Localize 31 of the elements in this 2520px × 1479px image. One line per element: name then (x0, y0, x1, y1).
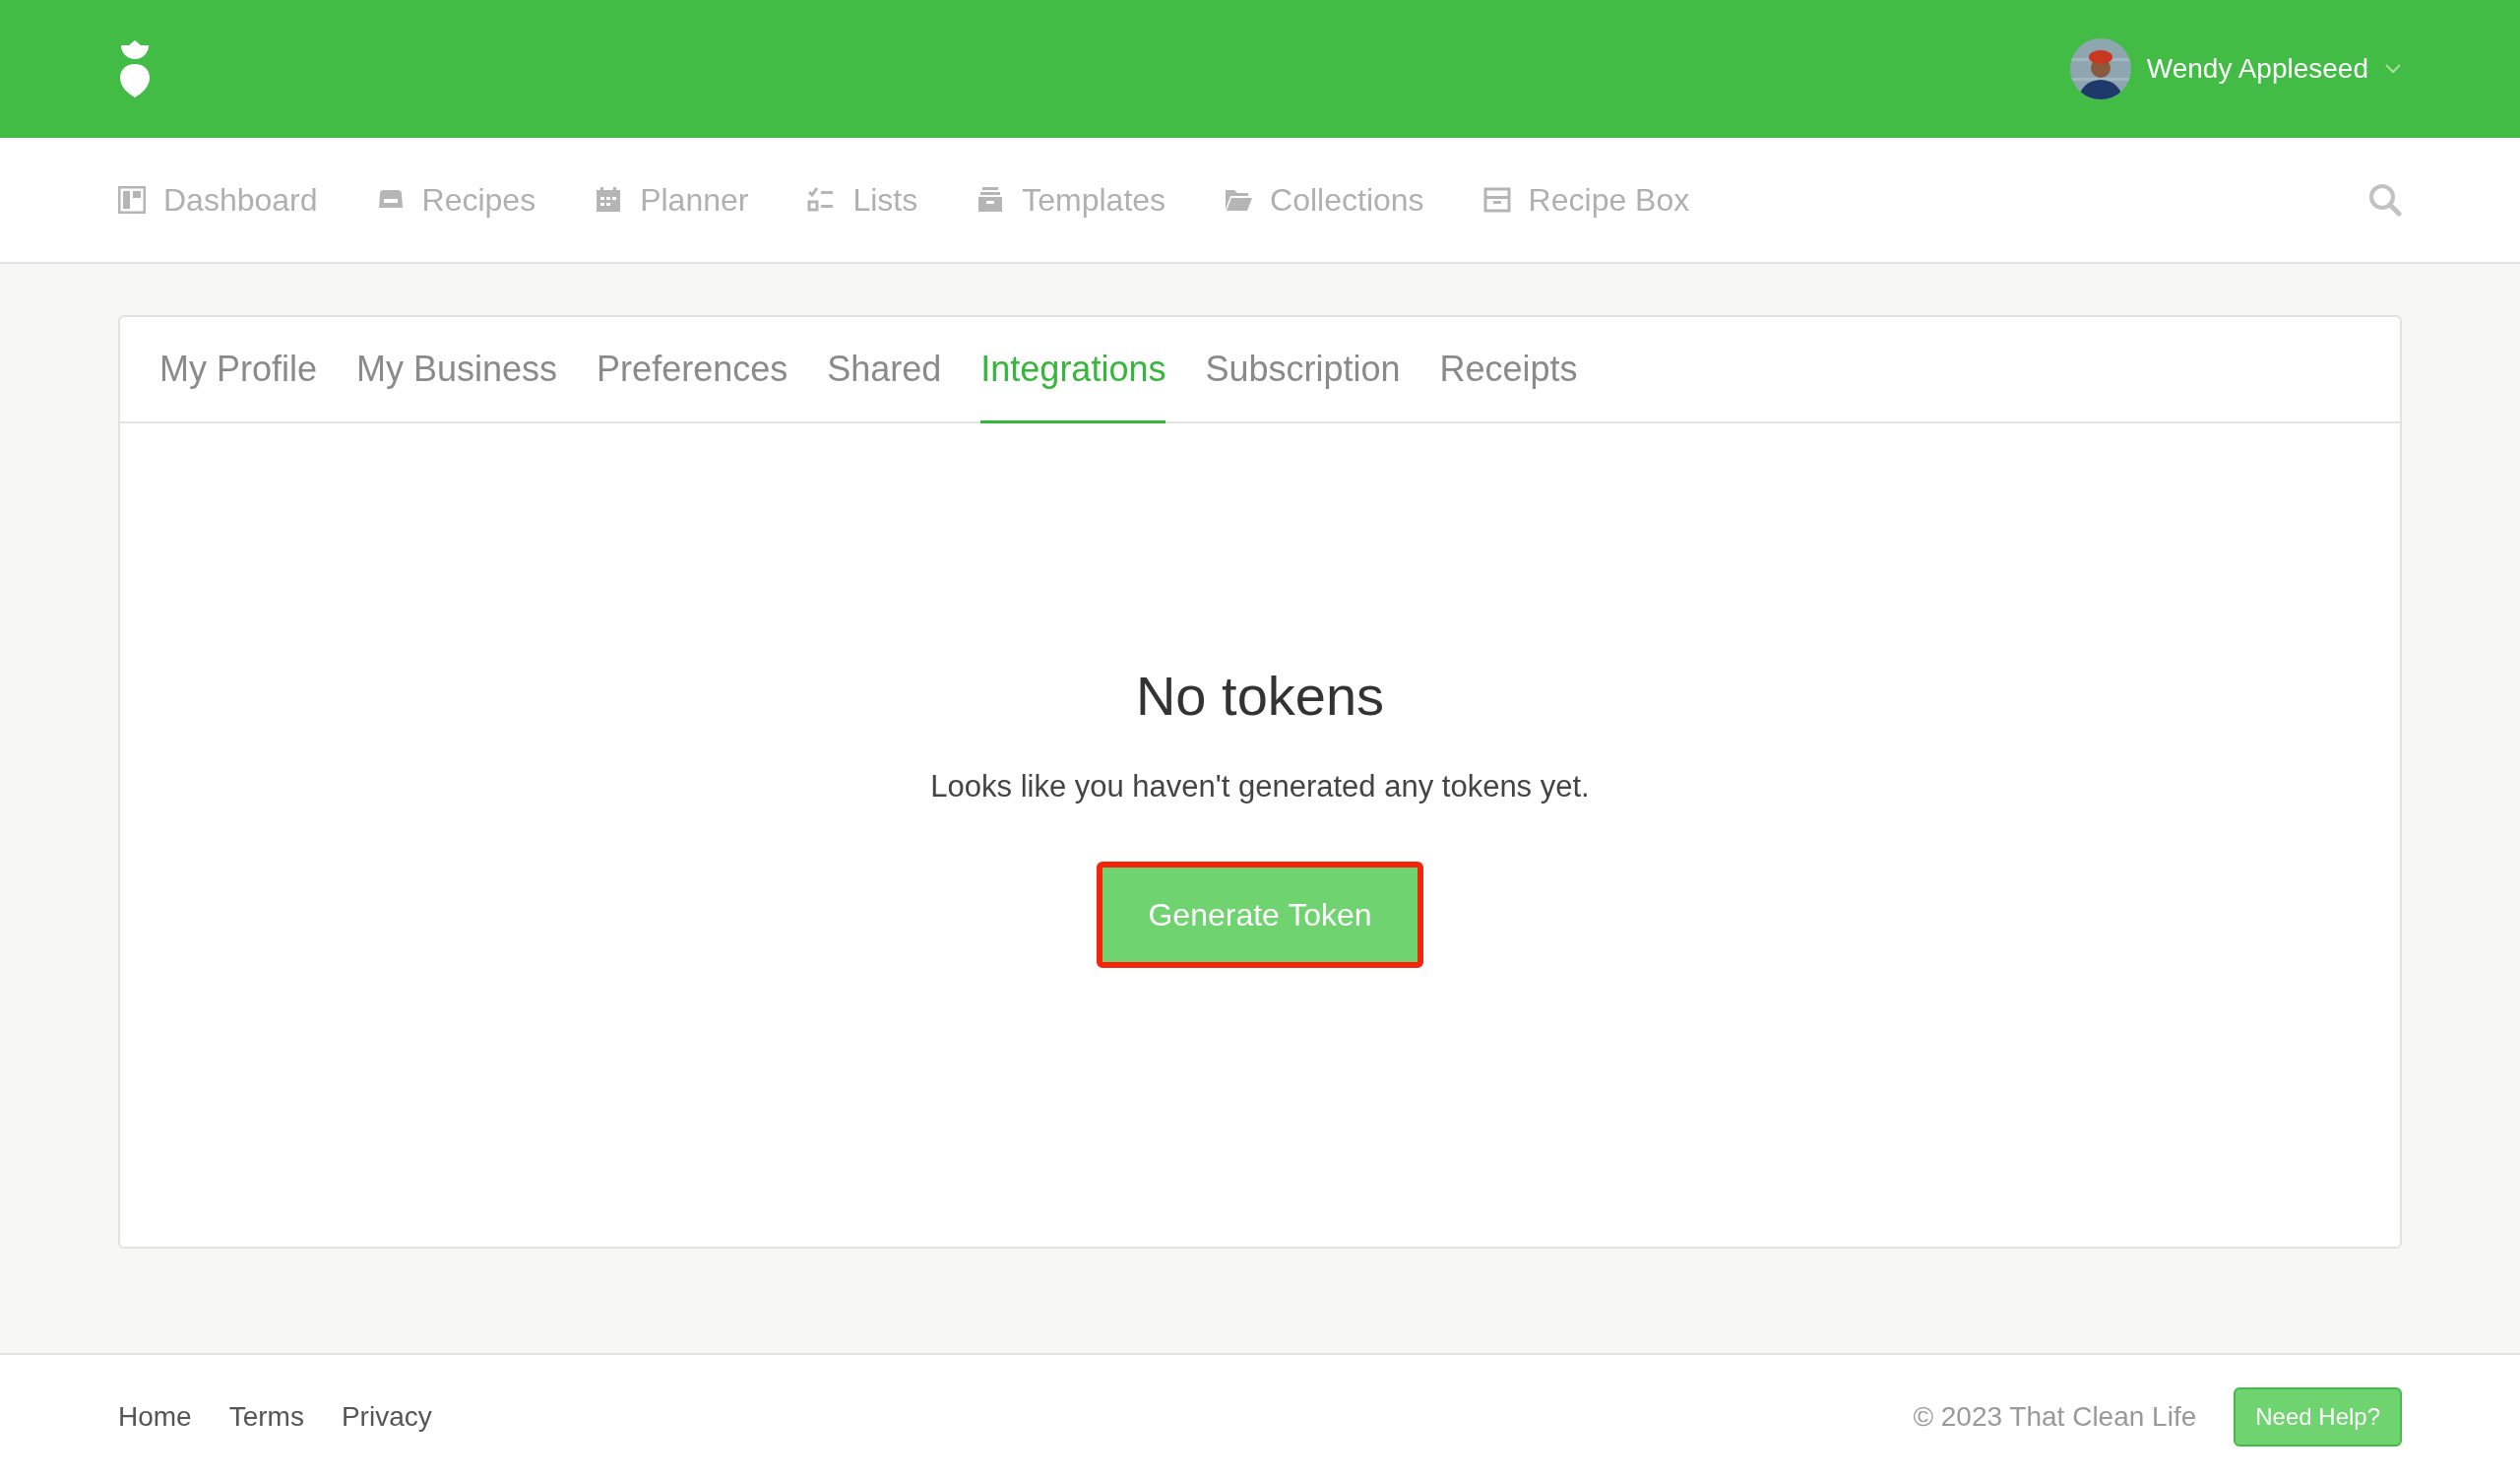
nav-link[interactable]: Planner (595, 176, 749, 224)
search-icon[interactable] (2368, 183, 2402, 217)
nav-link[interactable]: Templates (976, 176, 1166, 224)
nav-link[interactable]: Recipes (376, 176, 536, 224)
nav-link[interactable]: Collections (1225, 176, 1424, 224)
user-name[interactable]: Wendy Appleseed (2146, 48, 2368, 90)
help-button[interactable]: Need Help? (2234, 1387, 2402, 1447)
tab[interactable]: My Business (356, 317, 558, 423)
chevron-down-icon[interactable] (2384, 63, 2402, 75)
tab[interactable]: Integrations (980, 317, 1166, 423)
copyright-text: © 2023 That Clean Life (1913, 1400, 2197, 1434)
empty-message: Looks like you haven't generated any tokens yet. (930, 768, 1590, 806)
generate-token-button[interactable]: Generate Token (1097, 861, 1423, 968)
nav-link[interactable]: Recipe Box (1482, 176, 1690, 224)
box-icon (1482, 186, 1511, 214)
tab[interactable]: Receipts (1439, 317, 1578, 423)
panel-icon (118, 186, 146, 214)
footer-link[interactable]: Terms (228, 1396, 304, 1438)
nav-link[interactable]: Lists (807, 176, 918, 224)
tab[interactable]: Preferences (597, 317, 788, 423)
tab[interactable]: My Profile (159, 317, 318, 423)
tab[interactable]: Shared (827, 317, 942, 423)
footer-link[interactable]: Privacy (341, 1396, 432, 1438)
nav-link[interactable]: Dashboard (118, 176, 318, 224)
calendar-icon (595, 186, 623, 214)
checklist-icon (807, 186, 836, 214)
stack-icon (976, 186, 1005, 214)
logo-icon[interactable] (118, 40, 152, 97)
footer-link[interactable]: Home (118, 1396, 192, 1438)
tab[interactable]: Subscription (1205, 317, 1401, 423)
empty-title: No tokens (1135, 664, 1385, 730)
